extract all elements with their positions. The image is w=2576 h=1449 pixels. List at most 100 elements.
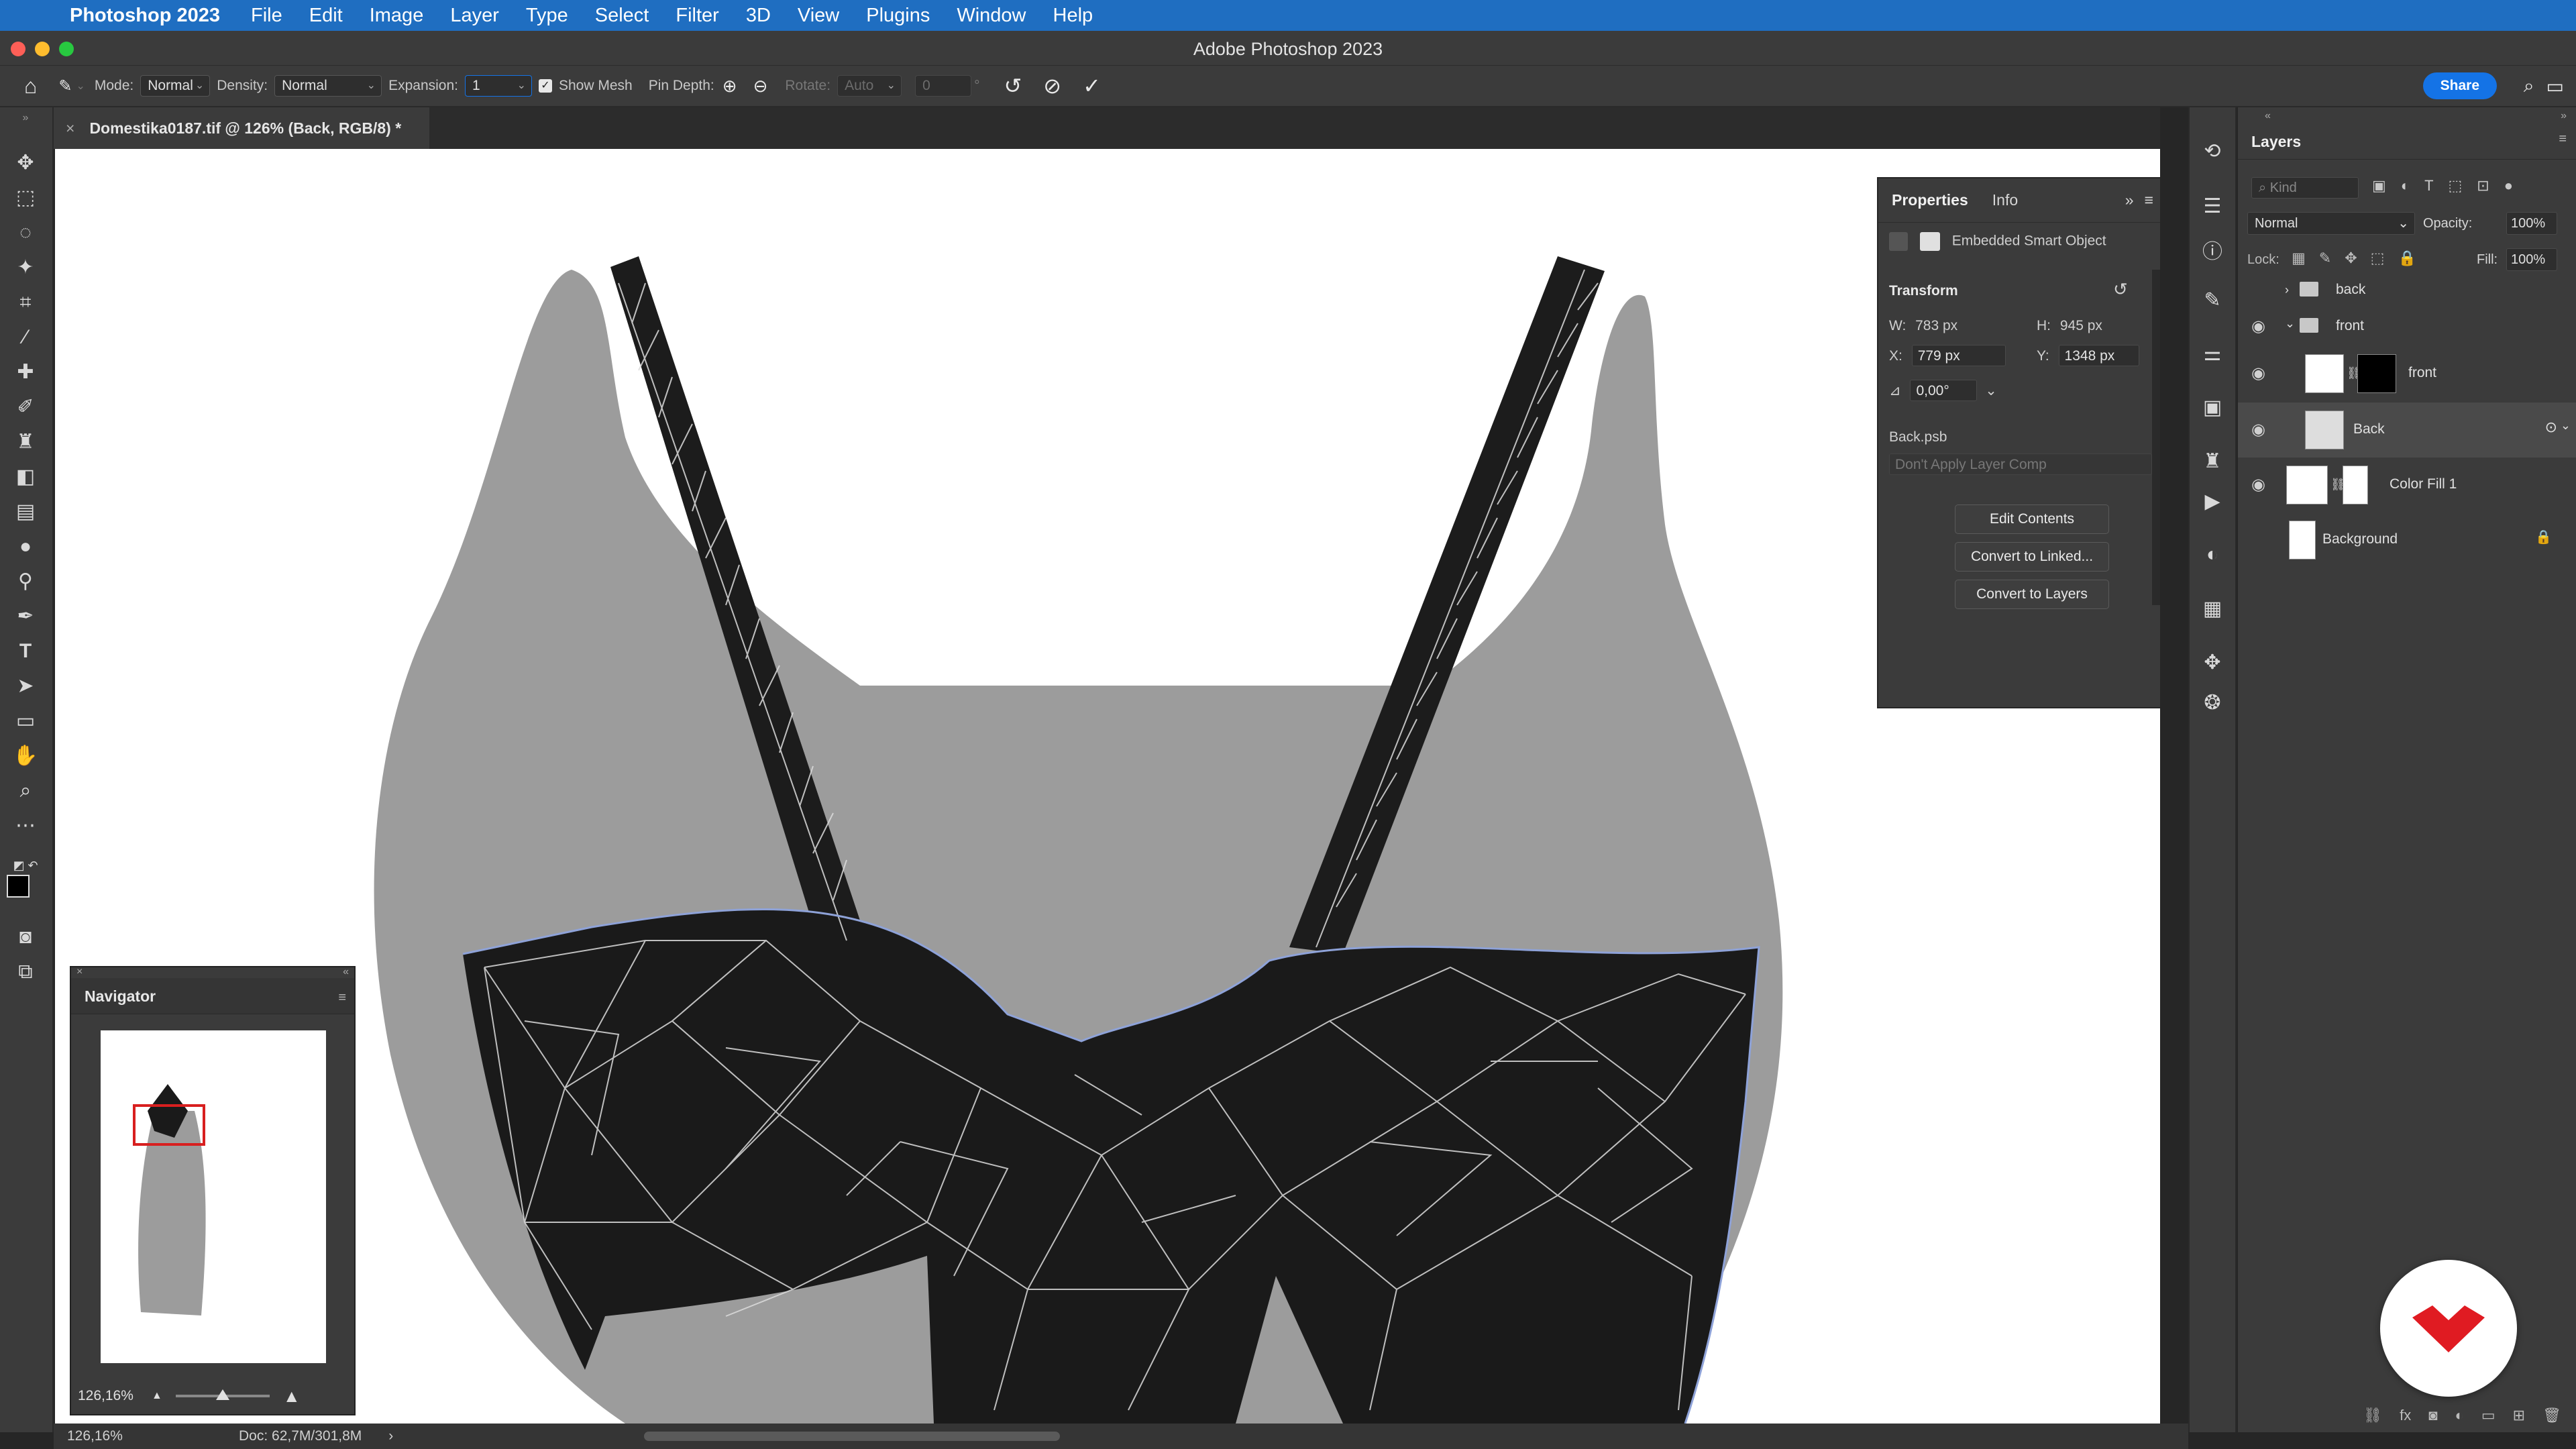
show-mesh-checkbox[interactable]: ✓	[538, 79, 552, 93]
layer-mask-thumbnail[interactable]	[2343, 466, 2368, 504]
menu-3d[interactable]: 3D	[746, 5, 771, 27]
layer-filter-icons[interactable]: ▣◐T⬚⊡●	[2372, 177, 2528, 195]
commit-icon[interactable]: ✓	[1083, 73, 1101, 99]
layer-row-front[interactable]: ◉ ⛓ front	[2238, 346, 2576, 401]
convert-to-layers-button[interactable]: Convert to Layers	[1955, 580, 2109, 609]
layer-name-front-group[interactable]: front	[2336, 318, 2364, 334]
lock-icon[interactable]: 🔒	[2535, 529, 2552, 545]
libraries-panel-icon[interactable]: ▣	[2190, 396, 2235, 419]
chevron-down-icon[interactable]: ⌄	[2561, 419, 2571, 433]
rectangle-tool-icon[interactable]: ▭	[0, 706, 51, 737]
visibility-eye-icon[interactable]: ◉	[2251, 364, 2265, 383]
history-panel-icon[interactable]: ⟲	[2190, 140, 2235, 163]
paths-panel-icon[interactable]: ✥	[2190, 651, 2235, 674]
search-icon[interactable]: ⌕	[2524, 75, 2534, 97]
menu-window[interactable]: Window	[957, 5, 1026, 27]
cancel-icon[interactable]: ⊘	[1043, 73, 1061, 99]
navigator-thumbnail[interactable]	[101, 1030, 326, 1363]
document-tab[interactable]: × Domestika0187.tif @ 126% (Back, RGB/8)…	[54, 107, 429, 149]
rotate-select[interactable]: Auto ⌄	[837, 75, 902, 97]
tab-properties[interactable]: Properties	[1892, 191, 1968, 209]
zoom-in-icon[interactable]: ▲	[283, 1386, 301, 1407]
properties-scrollbar[interactable]	[2152, 270, 2160, 605]
collapse-panel-icon[interactable]: »	[0, 111, 51, 125]
h-value[interactable]: 945 px	[2060, 318, 2102, 333]
channels-panel-icon[interactable]: ❂	[2190, 691, 2235, 714]
horizontal-scrollbar[interactable]	[644, 1432, 1060, 1441]
clone-source-panel-icon[interactable]: ♜	[2190, 449, 2235, 473]
path-selection-tool-icon[interactable]: ➤	[0, 671, 51, 702]
menu-edit[interactable]: Edit	[309, 5, 343, 27]
clone-stamp-tool-icon[interactable]: ♜	[0, 427, 51, 458]
dodge-tool-icon[interactable]: ⚲	[0, 566, 51, 597]
collapse-panel-icon[interactable]: «	[2265, 110, 2271, 122]
menu-layer[interactable]: Layer	[450, 5, 499, 27]
add-mask-icon[interactable]: ◙	[2428, 1407, 2437, 1424]
pin-backward-icon[interactable]: ⊖	[753, 76, 768, 97]
collapse-panel-icon[interactable]: »	[2125, 191, 2134, 209]
tab-info[interactable]: Info	[1992, 191, 2018, 209]
brush-settings-panel-icon[interactable]: ✎	[2190, 288, 2235, 312]
opacity-input[interactable]: 100%	[2506, 212, 2557, 235]
eyedropper-tool-icon[interactable]: ⁄	[0, 322, 51, 353]
smart-filter-icon[interactable]: ⊙	[2545, 419, 2557, 436]
panel-menu-icon[interactable]: ≡	[2559, 131, 2567, 147]
new-layer-icon[interactable]: ⊞	[2513, 1407, 2525, 1424]
layer-name-back-group[interactable]: back	[2336, 282, 2365, 298]
layer-row-color-fill[interactable]: ◉ ⛓ Color Fill 1	[2238, 458, 2576, 513]
layer-row-front-group[interactable]: ◉ ⌄ front	[2238, 309, 2576, 345]
info-panel-icon[interactable]: ⓘ	[2190, 235, 2235, 264]
expansion-input[interactable]: 1 ⌄	[464, 75, 532, 97]
workspace-icon[interactable]: ▭	[2546, 75, 2564, 97]
layer-name-color-fill[interactable]: Color Fill 1	[2390, 476, 2457, 492]
layer-filter-kind[interactable]: ⌕ Kind	[2251, 177, 2359, 199]
layer-name-front[interactable]: front	[2408, 365, 2436, 381]
collapse-panel-icon[interactable]: »	[2561, 110, 2567, 122]
navigator-zoom-value[interactable]: 126,16%	[78, 1388, 152, 1404]
mode-select[interactable]: Normal ⌄	[140, 75, 211, 97]
foreground-color-swatch[interactable]	[7, 875, 30, 898]
move-tool-icon[interactable]: ✥	[0, 148, 51, 178]
link-layers-icon[interactable]: ⛓	[2363, 1407, 2382, 1424]
edit-contents-button[interactable]: Edit Contents	[1955, 504, 2109, 534]
puppet-warp-tool-icon[interactable]: ✎	[58, 76, 72, 96]
type-tool-icon[interactable]: T	[0, 636, 51, 667]
crop-tool-icon[interactable]: ⌗	[0, 287, 51, 318]
collapse-arrow-icon[interactable]: ⌄	[2285, 317, 2295, 331]
rotate-angle-input[interactable]: 0	[915, 75, 972, 97]
menu-select[interactable]: Select	[595, 5, 649, 27]
menu-type[interactable]: Type	[526, 5, 568, 27]
layer-name-back[interactable]: Back	[2353, 421, 2385, 437]
fx-icon[interactable]: fx	[2400, 1407, 2411, 1424]
more-tools-icon[interactable]: ⋯	[0, 810, 51, 841]
remove-pins-icon[interactable]: ↺	[1004, 73, 1022, 99]
zoom-slider[interactable]	[175, 1389, 270, 1400]
share-button[interactable]: Share	[2422, 72, 2497, 99]
fill-input[interactable]: 100%	[2506, 248, 2557, 271]
quick-mask-icon[interactable]: ◙	[0, 922, 51, 953]
angle-input[interactable]: 0,00°	[1910, 380, 1978, 401]
layer-row-back[interactable]: ◉ Back ⊙ ⌄	[2238, 402, 2576, 458]
actions-panel-icon[interactable]: ▶	[2190, 490, 2235, 513]
document-canvas[interactable]	[55, 149, 2160, 1424]
menu-plugins[interactable]: Plugins	[866, 5, 930, 27]
new-group-icon[interactable]: ▭	[2481, 1407, 2496, 1424]
status-arrow-icon[interactable]: ›	[388, 1428, 393, 1444]
pin-forward-icon[interactable]: ⊕	[722, 76, 737, 97]
delete-layer-icon[interactable]: 🗑	[2542, 1407, 2561, 1424]
visibility-eye-icon[interactable]: ◉	[2251, 475, 2265, 494]
properties-panel-icon[interactable]: ⚌	[2190, 342, 2235, 366]
status-doc-size[interactable]: Doc: 62,7M/301,8M	[239, 1428, 362, 1444]
menu-view[interactable]: View	[798, 5, 839, 27]
hand-tool-icon[interactable]: ✋	[0, 741, 51, 771]
layer-row-background[interactable]: Background 🔒	[2238, 513, 2576, 568]
adjustments-panel-icon[interactable]: ☰	[2190, 195, 2235, 218]
layer-mask-thumbnail[interactable]	[2357, 354, 2396, 393]
healing-brush-tool-icon[interactable]: ✚	[0, 357, 51, 388]
brush-tool-icon[interactable]: ✐	[0, 392, 51, 423]
blur-tool-icon[interactable]: ●	[0, 531, 51, 562]
blend-mode-select[interactable]: Normal ⌄	[2247, 212, 2415, 235]
layer-comp-select[interactable]: Don't Apply Layer Comp	[1889, 453, 2152, 475]
expand-arrow-icon[interactable]: ›	[2285, 283, 2289, 297]
collapse-panel-icon[interactable]: «	[343, 966, 349, 978]
